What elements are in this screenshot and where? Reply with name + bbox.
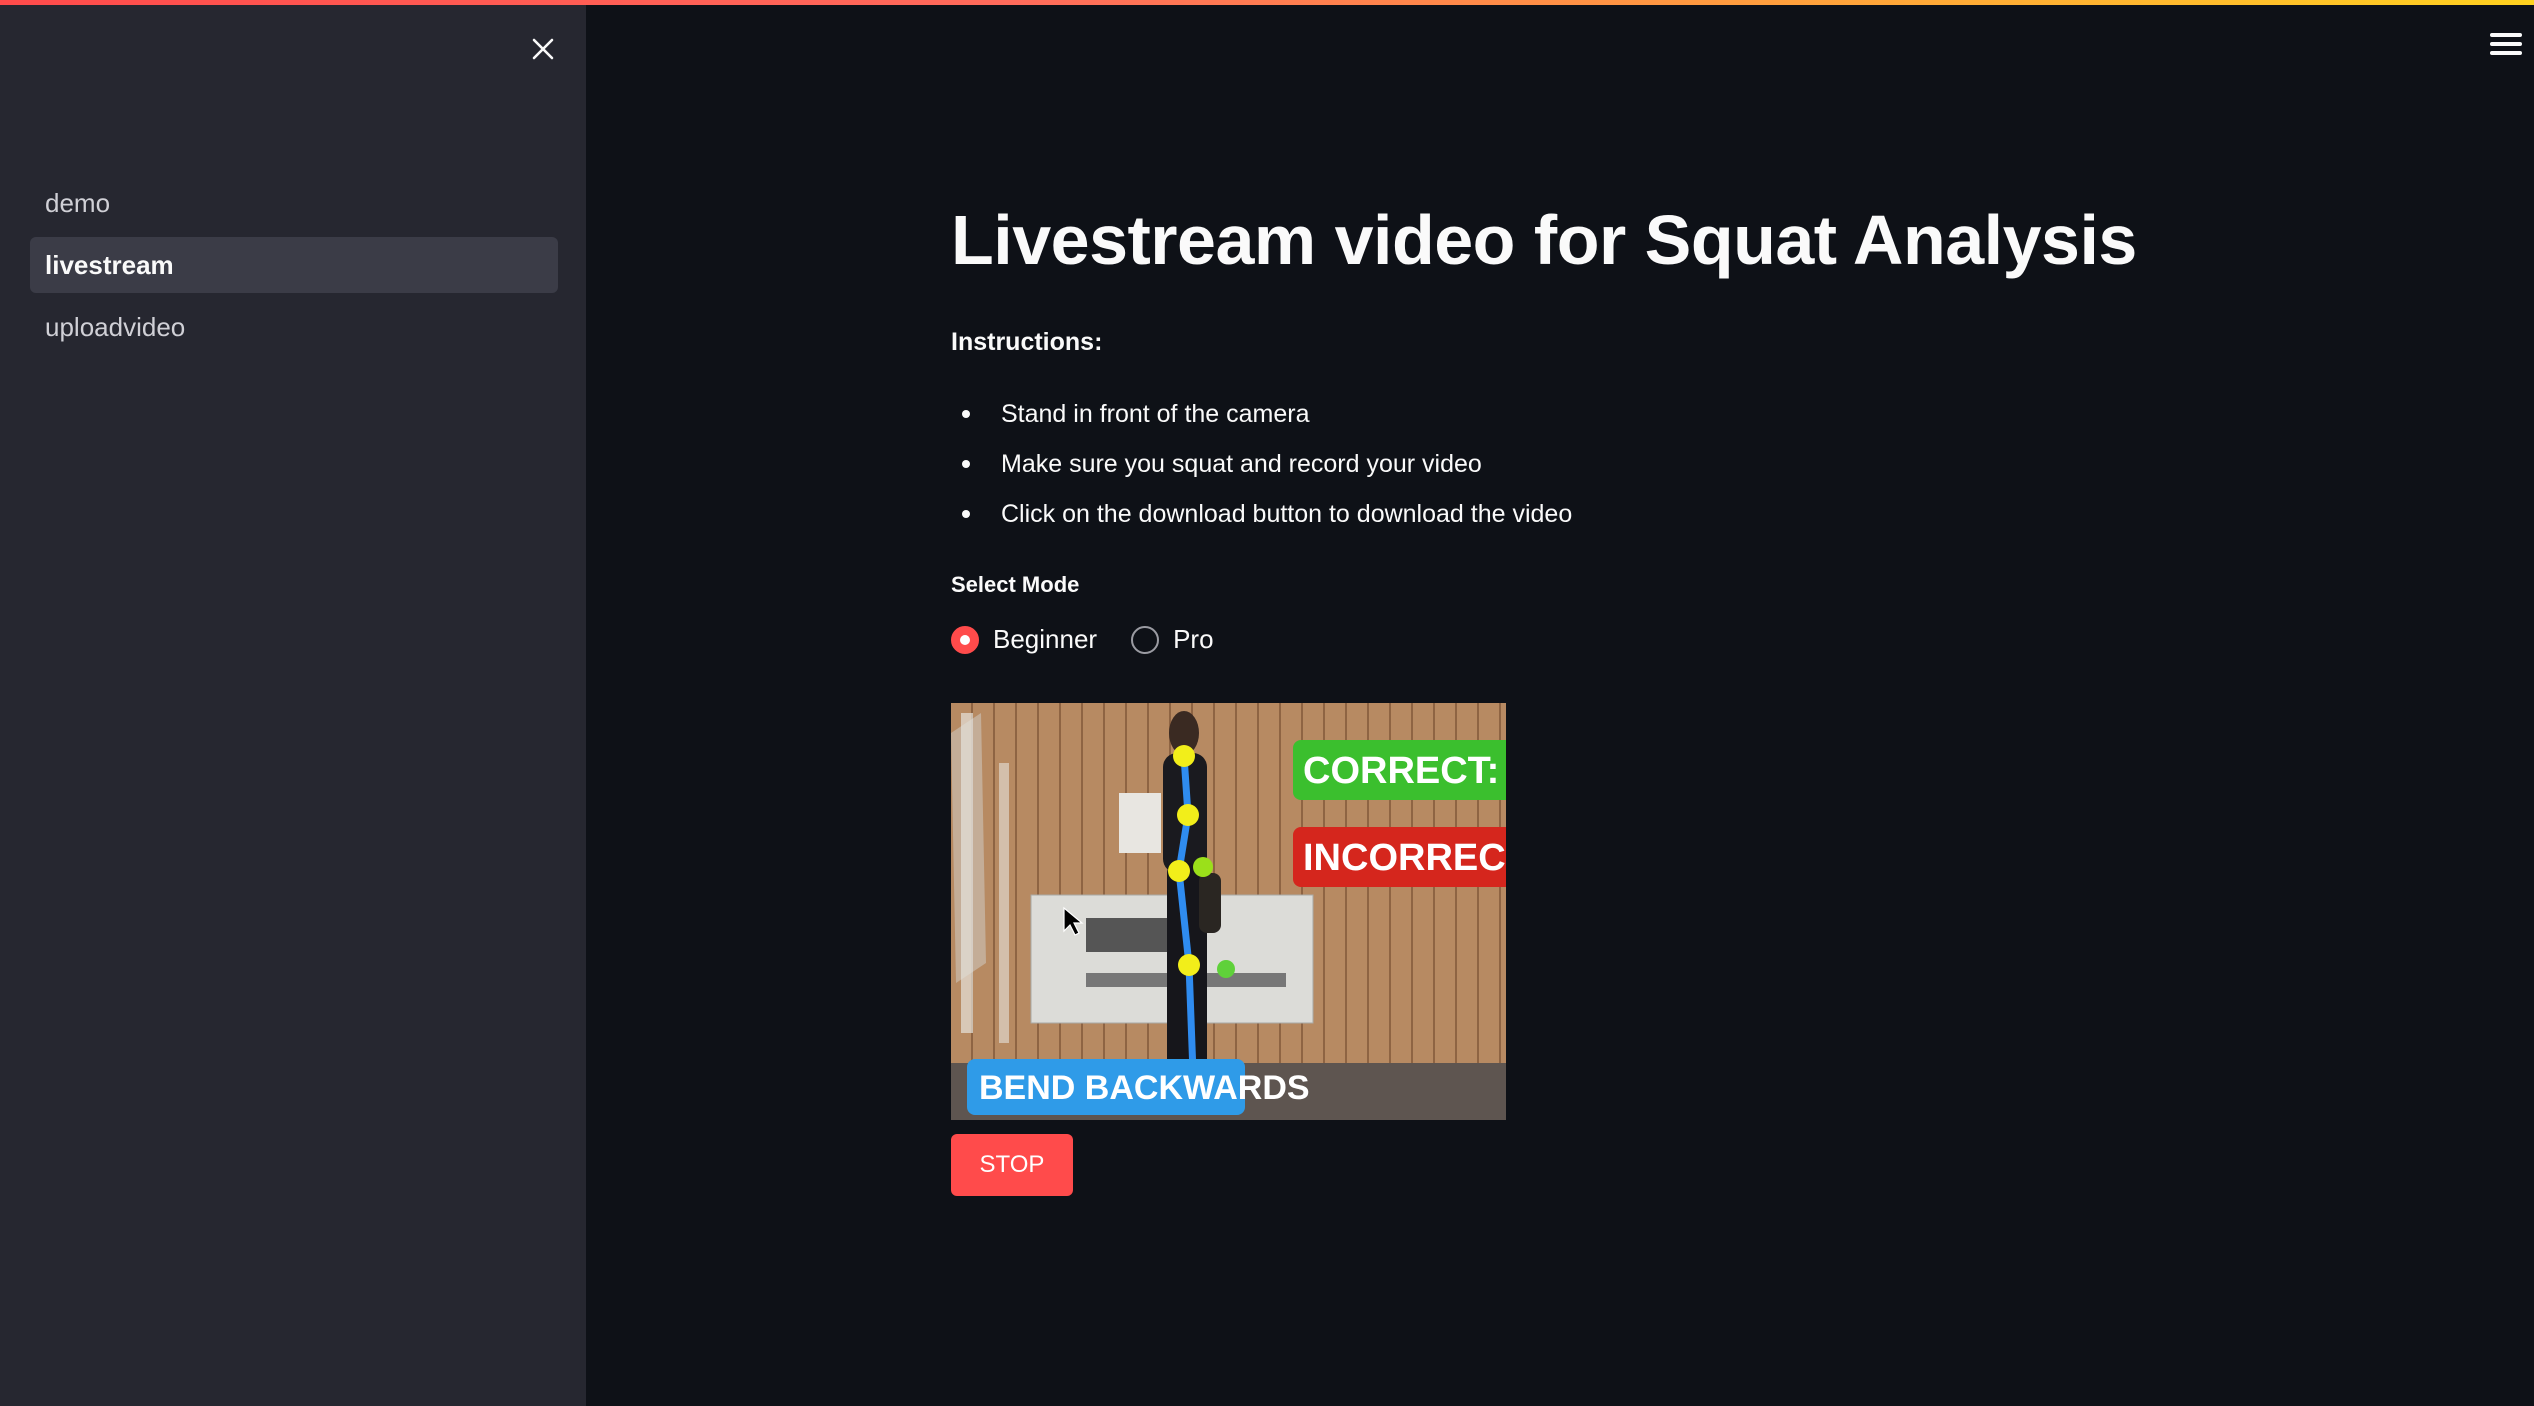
sidebar-nav: demo livestream uploadvideo <box>30 175 558 361</box>
stop-button[interactable]: STOP <box>951 1134 1073 1196</box>
main-menu-button[interactable] <box>2490 28 2522 60</box>
incorrect-badge: INCORRECT <box>1293 827 1506 887</box>
mode-radio-pro[interactable]: Pro <box>1131 624 1214 655</box>
sidebar-item-livestream[interactable]: livestream <box>30 237 558 293</box>
radio-label: Beginner <box>993 624 1098 654</box>
correct-label: CORRECT: <box>1303 750 1499 792</box>
list-item: Make sure you squat and record your vide… <box>951 445 1572 495</box>
sidebar-item-label: uploadvideo <box>45 311 186 342</box>
instructions-label: Instructions: <box>951 328 1103 356</box>
mode-radio-beginner[interactable]: Beginner <box>951 624 1097 655</box>
sidebar-item-label: livestream <box>45 249 174 280</box>
select-mode-label: Select Mode <box>951 572 1080 597</box>
sidebar-item-label: demo <box>45 187 111 218</box>
sidebar-item-uploadvideo[interactable]: uploadvideo <box>30 299 558 355</box>
page-title: Livestream video for Squat Analysis <box>951 201 2137 279</box>
webcam-video-feed: CORRECT: INCORRECT BEND BACKWARDS <box>951 703 1506 1120</box>
wall-sign <box>1119 793 1161 853</box>
close-sidebar-button[interactable] <box>522 28 564 70</box>
list-item: Click on the download button to download… <box>951 495 1572 545</box>
close-icon <box>532 38 554 60</box>
video-frame: CORRECT: INCORRECT BEND BACKWARDS <box>951 703 1506 1120</box>
mode-radio-group: Beginner Pro <box>951 624 1214 655</box>
radio-label: Pro <box>1173 624 1214 654</box>
app-top-decoration <box>0 0 2534 5</box>
incorrect-label: INCORRECT <box>1303 837 1506 879</box>
list-item: Stand in front of the camera <box>951 395 1572 445</box>
sidebar: demo livestream uploadvideo <box>0 0 586 1406</box>
feedback-label: BEND BACKWARDS <box>979 1069 1310 1107</box>
sidebar-item-demo[interactable]: demo <box>30 175 558 231</box>
instructions-list: Stand in front of the camera Make sure y… <box>951 395 1572 545</box>
hamburger-menu-icon <box>2490 33 2522 37</box>
correct-badge: CORRECT: <box>1293 740 1506 800</box>
radio-unselected-icon[interactable] <box>1131 625 1160 654</box>
radio-selected-icon[interactable] <box>951 625 979 654</box>
